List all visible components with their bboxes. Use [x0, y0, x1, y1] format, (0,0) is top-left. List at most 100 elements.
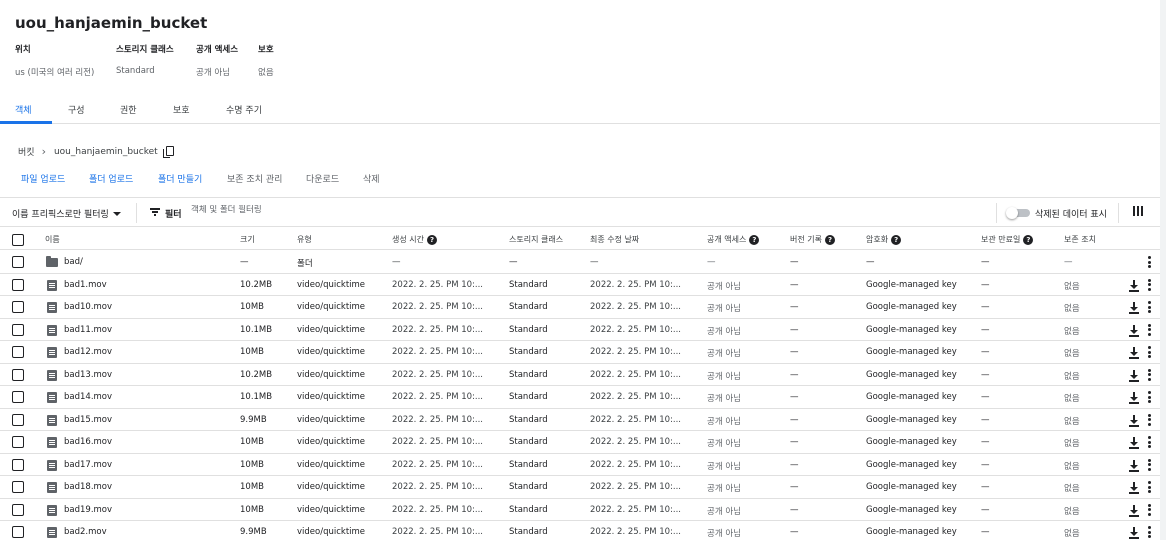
tab-objects[interactable]: 객체	[15, 103, 32, 116]
help-icon[interactable]: ?	[426, 234, 437, 245]
row-checkbox[interactable]	[12, 323, 24, 336]
tab-permissions[interactable]: 권한	[120, 103, 137, 116]
more-vert-icon[interactable]	[1148, 503, 1152, 517]
delete-button[interactable]: 삭제	[363, 172, 380, 185]
download-button[interactable]: 다운로드	[306, 172, 339, 185]
help-icon[interactable]: ?	[891, 234, 902, 245]
row-checkbox[interactable]	[12, 278, 24, 291]
table-cell-name[interactable]: bad12.mov	[64, 347, 112, 357]
table-cell-retention: —	[981, 302, 990, 312]
column-header-encryption[interactable]: 암호화?	[866, 234, 902, 245]
select-all-checkbox[interactable]	[12, 234, 24, 246]
row-checkbox[interactable]	[12, 436, 24, 448]
more-vert-icon[interactable]	[1148, 346, 1152, 359]
table-cell-encryption: Google-managed key	[866, 279, 957, 290]
table-row[interactable]: bad/ — 폴더 — — — — — — — —	[0, 251, 1160, 274]
breadcrumb-root[interactable]: 버킷	[18, 145, 35, 158]
table-cell-name[interactable]: bad16.mov	[64, 437, 112, 447]
column-header-name[interactable]: 이름	[45, 234, 60, 245]
table-row[interactable]: bad14.mov 10.1MB video/quicktime 2022. 2. 2…	[0, 386, 1160, 409]
table-row[interactable]: bad19.mov 10MB video/quicktime 2022. 2. 25.…	[0, 499, 1160, 521]
table-cell-encryption: Google-managed key	[866, 437, 957, 447]
table-cell-name[interactable]: bad/	[64, 257, 83, 267]
column-display-icon[interactable]	[1133, 206, 1143, 216]
more-vert-icon[interactable]	[1148, 458, 1152, 472]
table-cell-name[interactable]: bad10.mov	[64, 302, 112, 312]
column-header-label: 버전 기록	[790, 235, 822, 244]
more-vert-icon[interactable]	[1148, 301, 1152, 314]
prefix-filter-dropdown[interactable]: 이름 프리픽스로만 필터링	[12, 207, 121, 220]
row-checkbox[interactable]	[12, 413, 24, 426]
table-row[interactable]: bad18.mov 10MB video/quicktime 2022. 2. 25.…	[0, 476, 1160, 499]
row-checkbox[interactable]	[12, 301, 24, 313]
tab-protection[interactable]: 보호	[173, 103, 190, 116]
table-cell-name[interactable]: bad19.mov	[64, 505, 112, 515]
file-icon	[47, 302, 57, 313]
manage-holds-button[interactable]: 보존 조치 관리	[227, 172, 282, 185]
row-checkbox[interactable]	[12, 526, 24, 538]
table-cell-name[interactable]: bad11.mov	[64, 325, 112, 335]
column-header-version-history[interactable]: 버전 기록?	[790, 234, 835, 245]
column-header-type[interactable]: 유형	[297, 234, 312, 245]
table-cell-name[interactable]: bad18.mov	[64, 482, 112, 492]
table-row[interactable]: bad10.mov 10MB video/quicktime 2022. 2. 25.…	[0, 296, 1160, 319]
more-vert-icon[interactable]	[1148, 391, 1152, 404]
file-icon	[47, 437, 57, 448]
help-icon[interactable]: ?	[1023, 234, 1034, 245]
column-header-modified[interactable]: 최종 수정 날짜	[590, 234, 639, 245]
more-vert-icon[interactable]	[1148, 526, 1152, 539]
row-checkbox[interactable]	[12, 458, 24, 471]
table-row[interactable]: bad13.mov 10.2MB video/quicktime 2022. 2. 2…	[0, 364, 1160, 386]
download-icon-base	[1129, 289, 1139, 292]
more-vert-icon[interactable]	[1148, 278, 1152, 292]
table-row[interactable]: bad12.mov 10MB video/quicktime 2022. 2. 25.…	[0, 341, 1160, 364]
table-cell-name[interactable]: bad1.mov	[64, 280, 107, 290]
row-checkbox[interactable]	[12, 346, 24, 358]
column-header-public-access[interactable]: 공개 액세스?	[707, 234, 760, 245]
table-cell-type: video/quicktime	[297, 324, 366, 335]
table-cell-name[interactable]: bad13.mov	[64, 370, 112, 380]
filter-input[interactable]	[191, 205, 491, 215]
more-vert-icon[interactable]	[1148, 481, 1152, 494]
column-header-size[interactable]: 크기	[240, 234, 255, 245]
column-header-holds[interactable]: 보존 조치	[1064, 234, 1096, 245]
more-vert-icon[interactable]	[1148, 256, 1152, 269]
table-cell-type: video/quicktime	[297, 369, 366, 380]
row-checkbox[interactable]	[12, 256, 24, 268]
more-vert-icon[interactable]	[1148, 368, 1152, 382]
upload-files-button[interactable]: 파일 업로드	[21, 172, 65, 185]
column-header-retention[interactable]: 보관 만료일?	[981, 234, 1034, 245]
table-cell-version-history: —	[790, 527, 799, 537]
table-cell-name[interactable]: bad2.mov	[64, 527, 107, 537]
table-cell-holds: 없음	[1064, 281, 1080, 292]
column-header-storage-class[interactable]: 스토리지 클래스	[509, 234, 563, 245]
help-icon[interactable]: ?	[824, 234, 835, 245]
table-row[interactable]: bad1.mov 10.2MB video/quicktime 2022. 2. 25…	[0, 274, 1160, 296]
scrollbar[interactable]	[1160, 0, 1166, 540]
row-checkbox[interactable]	[12, 368, 24, 381]
table-row[interactable]: bad2.mov 9.9MB video/quicktime 2022. 2. 25.…	[0, 521, 1160, 540]
table-cell-name[interactable]: bad17.mov	[64, 460, 112, 470]
upload-folder-button[interactable]: 폴더 업로드	[89, 172, 133, 185]
help-icon[interactable]: ?	[749, 234, 760, 245]
row-checkbox[interactable]	[12, 481, 24, 493]
table-row[interactable]: bad11.mov 10.1MB video/quicktime 2022. 2. 2…	[0, 319, 1160, 341]
more-vert-icon[interactable]	[1148, 323, 1152, 337]
table-cell-name[interactable]: bad15.mov	[64, 415, 112, 425]
row-checkbox[interactable]	[12, 391, 24, 403]
row-checkbox[interactable]	[12, 503, 24, 516]
tab-lifecycle[interactable]: 수명 주기	[226, 103, 262, 116]
more-vert-icon[interactable]	[1148, 413, 1152, 427]
table-row[interactable]: bad15.mov 9.9MB video/quicktime 2022. 2. 25…	[0, 409, 1160, 431]
download-icon-base	[1129, 357, 1139, 359]
more-vert-icon[interactable]	[1148, 436, 1152, 449]
file-icon	[47, 459, 57, 471]
show-deleted-toggle[interactable]	[1004, 207, 1030, 219]
table-cell-name[interactable]: bad14.mov	[64, 392, 112, 402]
column-header-created[interactable]: 생성 시간?	[392, 234, 437, 245]
tab-configuration[interactable]: 구성	[68, 103, 85, 116]
create-folder-button[interactable]: 폴더 만들기	[158, 172, 202, 185]
table-row[interactable]: bad16.mov 10MB video/quicktime 2022. 2. 25.…	[0, 431, 1160, 454]
copy-icon[interactable]	[162, 146, 174, 158]
table-row[interactable]: bad17.mov 10MB video/quicktime 2022. 2. 25.…	[0, 454, 1160, 476]
